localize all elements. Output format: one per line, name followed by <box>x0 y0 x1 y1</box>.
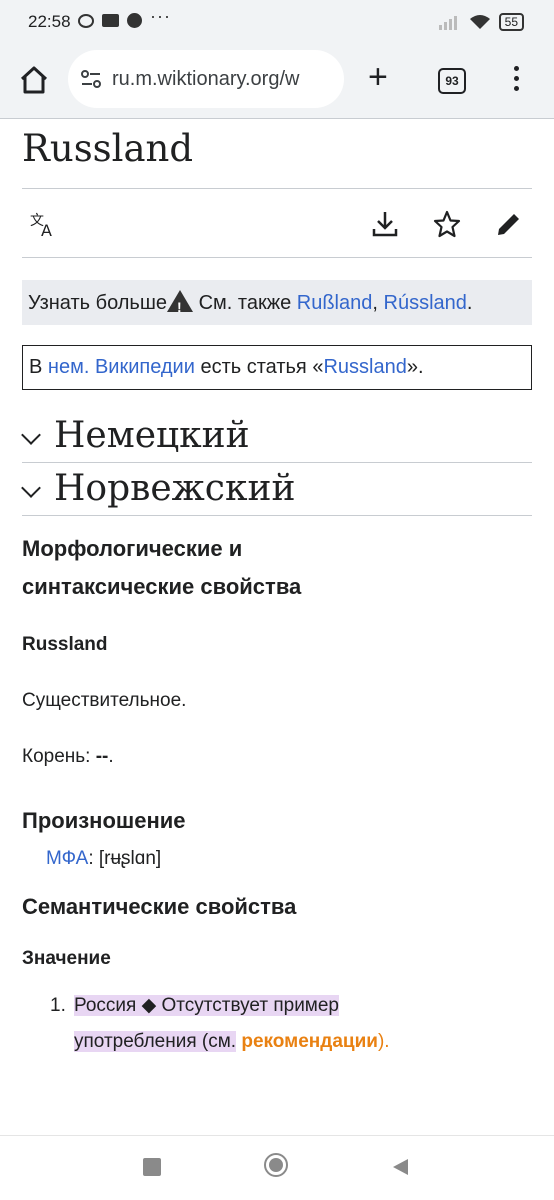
root-line: Корень: --. <box>22 746 532 768</box>
page-content: Russland 文A Узнать больше См. также Rußl… <box>21 119 532 1060</box>
wiki-article-link[interactable]: Russland <box>323 356 406 378</box>
site-settings-icon[interactable] <box>80 68 102 90</box>
viber-icon <box>78 13 94 28</box>
word-heading: Russland <box>22 634 108 655</box>
edit-icon[interactable] <box>494 209 524 239</box>
see-also-link-2[interactable]: Rússland <box>384 292 467 314</box>
root-value: -- <box>95 746 109 767</box>
root-end: . <box>108 746 114 767</box>
more-notifications-icon: ··· <box>150 6 171 26</box>
learn-more-link[interactable]: Узнать больше <box>28 292 167 314</box>
url-text[interactable]: ru.m.wiktionary.org/w <box>112 68 336 91</box>
morph-heading: Морфологические и синтаксические свойств… <box>22 536 302 599</box>
see-also-label: См. также <box>198 292 292 314</box>
section-german[interactable]: Немецкий <box>21 410 532 463</box>
signal-icon <box>438 16 457 30</box>
wiki-prefix: В <box>29 356 43 378</box>
chevron-down-icon <box>21 478 41 498</box>
new-tab-icon[interactable]: + <box>368 60 388 94</box>
browser-toolbar: ru.m.wiktionary.org/w + 93 <box>0 46 554 119</box>
status-time: 22:58 <box>28 12 71 31</box>
recommendations-link[interactable]: рекомендации <box>241 1031 378 1052</box>
svg-text:A: A <box>41 221 52 239</box>
definition-item: 1. Россия ◆ Отсутствует пример употребле… <box>22 988 532 1060</box>
notification-icons: ··· <box>78 6 171 28</box>
definition-word: Россия <box>74 995 137 1016</box>
wikipedia-link[interactable]: нем. Википедии <box>48 356 195 378</box>
page-title: Russland <box>22 127 532 189</box>
notice-end: . <box>466 292 473 314</box>
translate-icon[interactable]: 文A <box>28 209 58 239</box>
star-icon[interactable] <box>432 209 462 239</box>
separator: , <box>372 292 378 314</box>
definition-text: Отсутствует пример <box>161 995 340 1016</box>
part-of-speech: Существительное. <box>22 690 187 711</box>
meaning-heading: Значение <box>22 948 111 969</box>
wiki-middle: есть статья « <box>200 356 324 378</box>
definition-close: ). <box>377 1031 390 1052</box>
root-label: Корень: <box>22 746 91 767</box>
section-title: Норвежский <box>54 468 296 509</box>
system-nav-bar <box>0 1135 554 1200</box>
status-right-icons: 55 <box>438 13 524 31</box>
wiki-suffix: ». <box>406 356 424 378</box>
section-norwegian[interactable]: Норвежский <box>21 463 532 516</box>
facebook-icon <box>127 13 142 28</box>
semantic-heading: Семантические свойства <box>22 894 297 919</box>
battery-icon: 55 <box>498 13 524 31</box>
diamond-icon: ◆ <box>141 995 157 1016</box>
recents-button[interactable] <box>143 1158 161 1176</box>
app-notification-icon <box>102 14 119 27</box>
hatnote-notice: Узнать больше См. также Rußland, Rússlan… <box>22 280 532 325</box>
download-icon[interactable] <box>370 209 400 239</box>
ipa-line: МФА: [rʉʂlɑn] <box>22 848 532 870</box>
home-button[interactable] <box>264 1153 288 1177</box>
status-bar: 22:58 ··· 55 <box>0 0 554 46</box>
chevron-down-icon <box>21 425 41 445</box>
definition-text-2: употребления (см. <box>74 1031 237 1052</box>
tab-switcher-button[interactable]: 93 <box>438 68 466 94</box>
section-title: Немецкий <box>54 415 250 456</box>
wikipedia-box: В нем. Википедии есть статья «Russland». <box>22 345 532 390</box>
ipa-value: : [rʉʂlɑn] <box>88 848 162 869</box>
address-bar[interactable]: ru.m.wiktionary.org/w <box>68 50 344 108</box>
back-button[interactable] <box>390 1157 410 1177</box>
page-actions: 文A <box>22 189 532 258</box>
warning-icon <box>167 290 194 319</box>
see-also-link-1[interactable]: Rußland <box>297 292 373 314</box>
ipa-link[interactable]: МФА <box>46 848 88 869</box>
home-icon[interactable] <box>18 64 50 96</box>
pronunciation-heading: Произношение <box>22 808 186 833</box>
wifi-icon <box>469 15 490 29</box>
definition-number: 1. <box>50 995 66 1016</box>
more-menu-icon[interactable] <box>514 66 520 96</box>
